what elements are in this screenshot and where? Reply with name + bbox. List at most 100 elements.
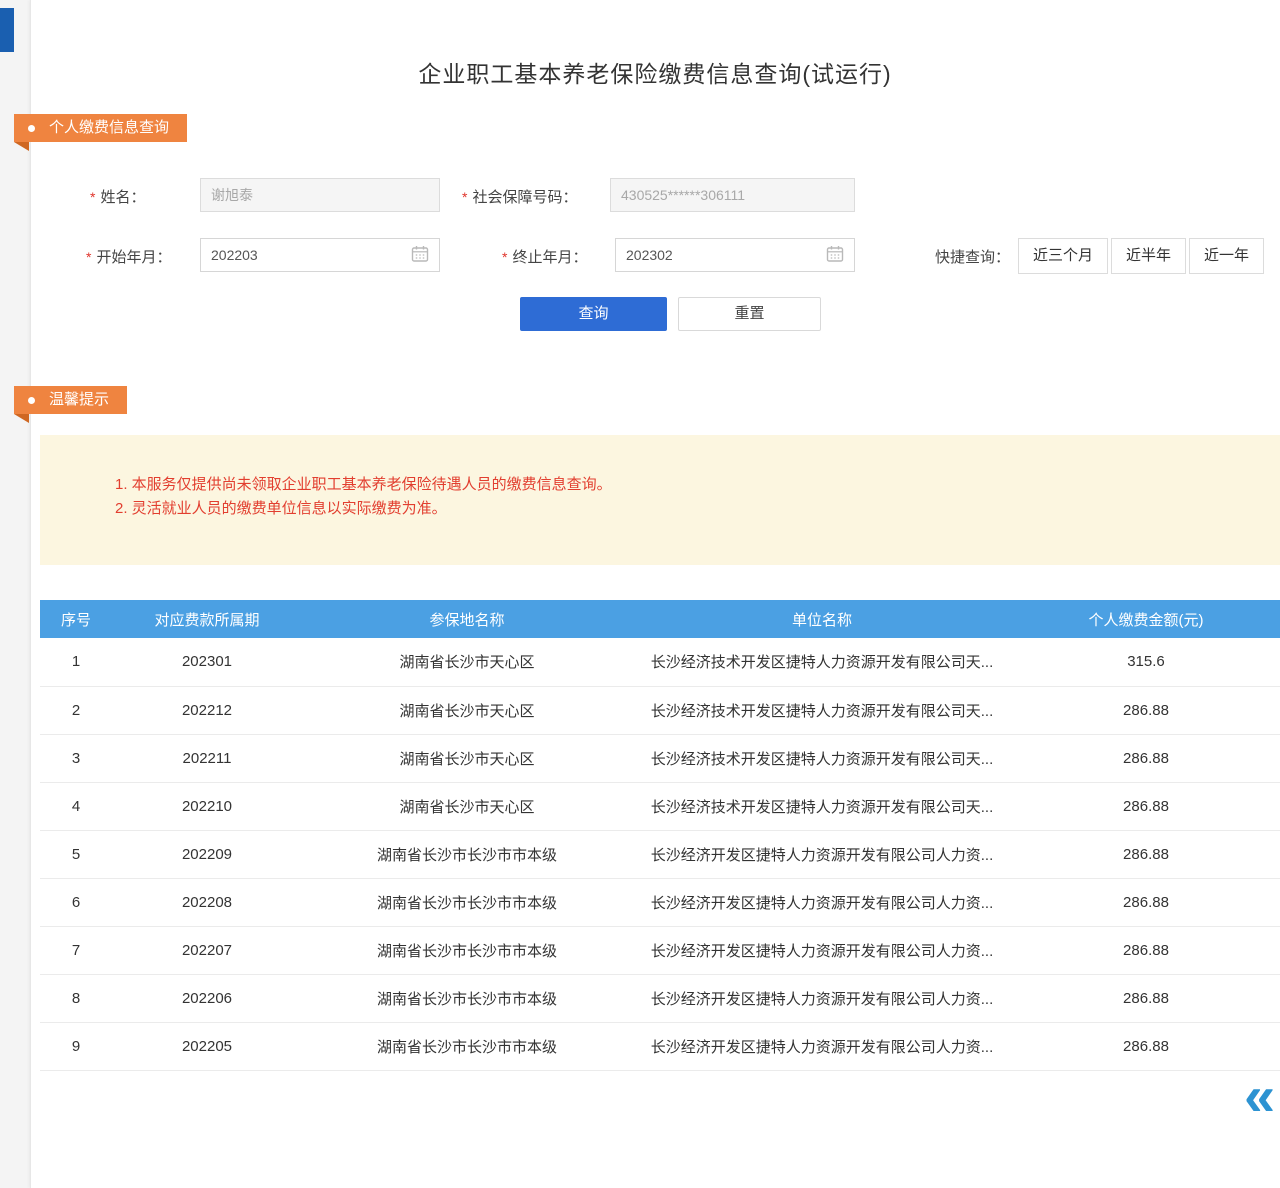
required-asterisk: * xyxy=(462,189,467,205)
tips-notice-box: 1. 本服务仅提供尚未领取企业职工基本养老保险待遇人员的缴费信息查询。 2. 灵… xyxy=(40,435,1280,565)
table-row: 8202206湖南省长沙市长沙市市本级长沙经济开发区捷特人力资源开发有限公司人力… xyxy=(40,974,1280,1022)
table-cell: 长沙经济技术开发区捷特人力资源开发有限公司天... xyxy=(632,638,1012,686)
table-cell: 202207 xyxy=(112,926,302,974)
end-month-value: 202302 xyxy=(626,247,673,263)
col-header-amount: 个人缴费金额(元) xyxy=(1012,600,1280,638)
quick-query-group: 近三个月 近半年 近一年 xyxy=(1018,238,1264,274)
table-row: 2202212湖南省长沙市天心区长沙经济技术开发区捷特人力资源开发有限公司天..… xyxy=(40,686,1280,734)
table-cell: 长沙经济技术开发区捷特人力资源开发有限公司天... xyxy=(632,734,1012,782)
table-cell: 202212 xyxy=(112,686,302,734)
table-row: 3202211湖南省长沙市天心区长沙经济技术开发区捷特人力资源开发有限公司天..… xyxy=(40,734,1280,782)
table-cell: 长沙经济开发区捷特人力资源开发有限公司人力资... xyxy=(632,878,1012,926)
table-cell: 长沙经济开发区捷特人力资源开发有限公司人力资... xyxy=(632,1022,1012,1070)
reset-button[interactable]: 重置 xyxy=(678,297,821,331)
table-cell: 1 xyxy=(40,638,112,686)
table-cell: 长沙经济技术开发区捷特人力资源开发有限公司天... xyxy=(632,782,1012,830)
table-cell: 315.6 xyxy=(1012,638,1280,686)
calendar-icon[interactable] xyxy=(826,245,844,266)
table-cell: 286.88 xyxy=(1012,974,1280,1022)
table-row: 5202209湖南省长沙市长沙市市本级长沙经济开发区捷特人力资源开发有限公司人力… xyxy=(40,830,1280,878)
table-cell: 湖南省长沙市长沙市市本级 xyxy=(302,1022,632,1070)
start-month-label: *开始年月： xyxy=(86,246,171,267)
collapse-chevron-icon[interactable]: « xyxy=(1244,1068,1280,1128)
tips-line: 2. 灵活就业人员的缴费单位信息以实际缴费为准。 xyxy=(115,497,447,518)
name-field: 谢旭泰 xyxy=(200,178,440,212)
table-cell: 202206 xyxy=(112,974,302,1022)
col-header-period: 对应费款所属期 xyxy=(112,600,302,638)
table-cell: 4 xyxy=(40,782,112,830)
query-button[interactable]: 查询 xyxy=(520,297,667,331)
table-cell: 9 xyxy=(40,1022,112,1070)
table-cell: 湖南省长沙市长沙市市本级 xyxy=(302,830,632,878)
start-month-input[interactable]: 202203 xyxy=(200,238,440,272)
col-header-insured-place: 参保地名称 xyxy=(302,600,632,638)
quick-btn-half-year[interactable]: 近半年 xyxy=(1111,238,1186,274)
results-table: 序号 对应费款所属期 参保地名称 单位名称 个人缴费金额(元) 1202301湖… xyxy=(40,600,1280,1071)
quick-btn-1-year[interactable]: 近一年 xyxy=(1189,238,1264,274)
table-cell: 202301 xyxy=(112,638,302,686)
table-cell: 湖南省长沙市长沙市市本级 xyxy=(302,926,632,974)
ribbon-fold xyxy=(14,142,29,151)
table-cell: 286.88 xyxy=(1012,926,1280,974)
table-cell: 286.88 xyxy=(1012,686,1280,734)
tips-line: 1. 本服务仅提供尚未领取企业职工基本养老保险待遇人员的缴费信息查询。 xyxy=(115,473,612,494)
page-title: 企业职工基本养老保险缴费信息查询(试运行) xyxy=(30,55,1280,89)
table-cell: 202211 xyxy=(112,734,302,782)
table-cell: 长沙经济开发区捷特人力资源开发有限公司人力资... xyxy=(632,974,1012,1022)
end-month-label: *终止年月： xyxy=(502,246,587,267)
section-badge-label: 个人缴费信息查询 xyxy=(49,114,169,142)
table-row: 4202210湖南省长沙市天心区长沙经济技术开发区捷特人力资源开发有限公司天..… xyxy=(40,782,1280,830)
col-header-unit-name: 单位名称 xyxy=(632,600,1012,638)
bullet-icon xyxy=(28,397,35,404)
required-asterisk: * xyxy=(86,249,91,265)
table-row: 6202208湖南省长沙市长沙市市本级长沙经济开发区捷特人力资源开发有限公司人力… xyxy=(40,878,1280,926)
table-cell: 286.88 xyxy=(1012,830,1280,878)
table-cell: 8 xyxy=(40,974,112,1022)
table-cell: 湖南省长沙市天心区 xyxy=(302,686,632,734)
table-cell: 286.88 xyxy=(1012,782,1280,830)
table-cell: 286.88 xyxy=(1012,878,1280,926)
table-cell: 7 xyxy=(40,926,112,974)
table-cell: 湖南省长沙市天心区 xyxy=(302,638,632,686)
table-cell: 湖南省长沙市天心区 xyxy=(302,734,632,782)
section-badge-personal-query: 个人缴费信息查询 xyxy=(14,114,187,142)
table-cell: 3 xyxy=(40,734,112,782)
page: 企业职工基本养老保险缴费信息查询(试运行) 个人缴费信息查询 *姓名： 谢旭泰 … xyxy=(0,0,1280,1188)
table-row: 9202205湖南省长沙市长沙市市本级长沙经济开发区捷特人力资源开发有限公司人力… xyxy=(40,1022,1280,1070)
table-cell: 286.88 xyxy=(1012,734,1280,782)
table-cell: 202205 xyxy=(112,1022,302,1070)
name-value: 谢旭泰 xyxy=(211,185,253,205)
table-cell: 202208 xyxy=(112,878,302,926)
calendar-icon[interactable] xyxy=(411,245,429,266)
table-cell: 202210 xyxy=(112,782,302,830)
table-cell: 6 xyxy=(40,878,112,926)
quick-query-label: 快捷查询： xyxy=(935,246,1010,267)
section-badge-label: 温馨提示 xyxy=(49,386,109,414)
name-label: *姓名： xyxy=(90,186,145,207)
bullet-icon xyxy=(28,125,35,132)
table-cell: 202209 xyxy=(112,830,302,878)
col-header-seq: 序号 xyxy=(40,600,112,638)
table-cell: 湖南省长沙市天心区 xyxy=(302,782,632,830)
table-cell: 5 xyxy=(40,830,112,878)
table-row: 1202301湖南省长沙市天心区长沙经济技术开发区捷特人力资源开发有限公司天..… xyxy=(40,638,1280,686)
quick-btn-3-months[interactable]: 近三个月 xyxy=(1018,238,1108,274)
table-cell: 286.88 xyxy=(1012,1022,1280,1070)
left-gutter xyxy=(0,0,30,1188)
table-cell: 长沙经济开发区捷特人力资源开发有限公司人力资... xyxy=(632,830,1012,878)
table-cell: 长沙经济技术开发区捷特人力资源开发有限公司天... xyxy=(632,686,1012,734)
required-asterisk: * xyxy=(90,189,95,205)
end-month-input[interactable]: 202302 xyxy=(615,238,855,272)
table-header-row: 序号 对应费款所属期 参保地名称 单位名称 个人缴费金额(元) xyxy=(40,600,1280,638)
table-cell: 湖南省长沙市长沙市市本级 xyxy=(302,974,632,1022)
required-asterisk: * xyxy=(502,249,507,265)
ssn-label: *社会保障号码： xyxy=(462,186,577,207)
start-month-value: 202203 xyxy=(211,247,258,263)
table-cell: 湖南省长沙市长沙市市本级 xyxy=(302,878,632,926)
ssn-field: 430525******306111 xyxy=(610,178,855,212)
ssn-value: 430525******306111 xyxy=(621,187,745,203)
side-tab[interactable] xyxy=(0,8,14,52)
ribbon-fold xyxy=(14,414,29,423)
table-cell: 2 xyxy=(40,686,112,734)
section-badge-tips: 温馨提示 xyxy=(14,386,127,414)
